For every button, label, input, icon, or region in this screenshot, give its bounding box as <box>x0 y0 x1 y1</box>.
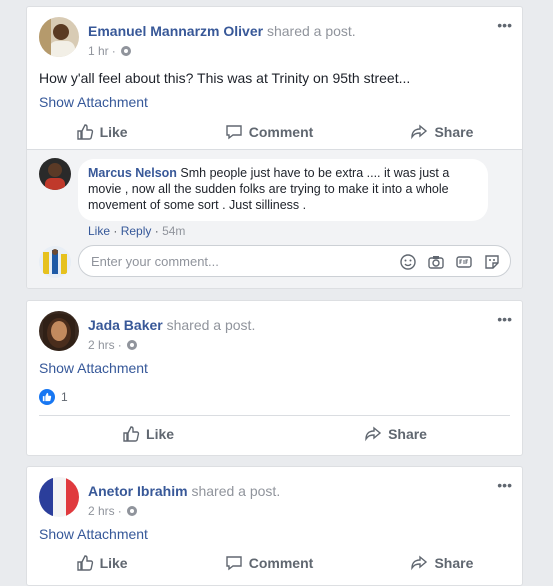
post-header: Jada Baker shared a post. 2 hrs · ••• <box>27 301 522 357</box>
comment-button[interactable]: Comment <box>225 554 314 572</box>
like-button[interactable]: Like <box>76 123 128 141</box>
show-attachment-link[interactable]: Show Attachment <box>27 359 522 377</box>
post-text: How y'all feel about this? This was at T… <box>39 70 411 86</box>
dot-separator: · <box>113 224 121 238</box>
share-button[interactable]: Share <box>410 123 473 141</box>
shared-prefix: shared a <box>191 483 246 499</box>
share-icon <box>411 555 428 571</box>
thumbs-up-icon <box>76 555 93 571</box>
author-avatar[interactable] <box>39 477 79 517</box>
commenter-avatar[interactable] <box>39 158 71 190</box>
meta-separator: · <box>111 44 116 58</box>
globe-icon <box>120 46 131 56</box>
share-label: Share <box>434 555 474 571</box>
period: . <box>351 23 356 39</box>
author-name[interactable]: Jada Baker <box>88 317 163 333</box>
like-button[interactable]: Like <box>122 425 174 443</box>
share-button[interactable]: Share <box>364 425 427 443</box>
current-user-avatar <box>39 246 71 278</box>
gif-icon[interactable] <box>455 253 473 271</box>
shared-prefix: shared a <box>266 23 322 39</box>
post-time[interactable]: 2 hrs <box>88 338 115 352</box>
author-line: Anetor Ibrahim shared a post. <box>88 483 280 499</box>
emoji-icon[interactable] <box>399 253 417 271</box>
post-actions: Like Comment Share <box>27 545 522 581</box>
comment-time[interactable]: 54m <box>162 224 185 238</box>
comment-actions: Like · Reply · 54m <box>88 224 185 238</box>
post-card: Anetor Ibrahim shared a post. 2 hrs · ••… <box>26 466 523 586</box>
comment-label: Comment <box>248 124 314 140</box>
post-time[interactable]: 2 hrs <box>88 504 115 518</box>
like-label: Like <box>99 555 128 571</box>
sticker-icon[interactable] <box>483 253 501 271</box>
author-line: Emanuel Mannarzm Oliver shared a post. <box>88 23 356 39</box>
shared-post-link[interactable]: post <box>325 23 351 39</box>
camera-icon[interactable] <box>427 253 445 271</box>
like-label: Like <box>99 124 128 140</box>
show-attachment-link[interactable]: Show Attachment <box>27 525 522 543</box>
author-avatar[interactable] <box>39 311 79 351</box>
post-header: Anetor Ibrahim shared a post. 2 hrs · ••… <box>27 467 522 523</box>
like-label: Like <box>146 426 175 442</box>
post-card: Jada Baker shared a post. 2 hrs · ••• Sh… <box>26 300 523 456</box>
share-label: Share <box>388 426 427 442</box>
share-label: Share <box>434 124 474 140</box>
shared-post-link[interactable]: post <box>250 483 276 499</box>
comment-input-icons <box>399 253 501 271</box>
comment-label: Comment <box>248 555 314 571</box>
more-options-icon[interactable]: ••• <box>497 17 512 33</box>
like-button[interactable]: Like <box>76 554 128 572</box>
post-actions: Like Share <box>27 416 522 452</box>
period: . <box>251 317 256 333</box>
meta-separator: · <box>117 338 122 352</box>
post-meta: 1 hr · <box>88 44 131 58</box>
post-meta: 2 hrs · <box>88 338 137 352</box>
comment-bubble: Marcus Nelson Smh people just have to be… <box>78 159 488 221</box>
like-reaction-icon <box>39 389 55 405</box>
share-button[interactable]: Share <box>410 554 473 572</box>
show-attachment-link[interactable]: Show Attachment <box>27 93 522 111</box>
comment-input-row <box>39 245 511 280</box>
author-line: Jada Baker shared a post. <box>88 317 255 333</box>
reactions-row[interactable]: 1 <box>27 387 522 407</box>
more-options-icon[interactable]: ••• <box>497 311 512 327</box>
meta-separator: · <box>117 504 122 518</box>
comment-like-link[interactable]: Like <box>88 224 110 238</box>
comment-icon <box>226 556 242 571</box>
post-meta: 2 hrs · <box>88 504 137 518</box>
author-name[interactable]: Emanuel Mannarzm Oliver <box>88 23 263 39</box>
post-header: Emanuel Mannarzm Oliver shared a post. 1… <box>27 7 522 63</box>
commenter-name[interactable]: Marcus Nelson <box>88 166 177 180</box>
shared-post-link[interactable]: post <box>225 317 251 333</box>
dot-separator: · <box>154 224 163 238</box>
author-avatar[interactable] <box>39 17 79 57</box>
comments-section: Marcus Nelson Smh people just have to be… <box>27 149 522 288</box>
period: . <box>276 483 281 499</box>
thumbs-up-icon <box>123 426 140 442</box>
globe-icon <box>126 506 137 516</box>
post-card: Emanuel Mannarzm Oliver shared a post. 1… <box>26 6 523 289</box>
globe-icon <box>126 340 137 350</box>
share-icon <box>411 124 428 140</box>
more-options-icon[interactable]: ••• <box>497 477 512 493</box>
post-time[interactable]: 1 hr <box>88 44 109 58</box>
like-count: 1 <box>61 390 68 404</box>
comment-icon <box>226 125 242 140</box>
thumbs-up-icon <box>76 124 93 140</box>
share-icon <box>365 426 382 442</box>
comment-reply-link[interactable]: Reply <box>121 224 152 238</box>
shared-prefix: shared a <box>166 317 222 333</box>
comment-button[interactable]: Comment <box>225 123 314 141</box>
author-name[interactable]: Anetor Ibrahim <box>88 483 188 499</box>
post-actions: Like Comment Share <box>27 114 522 150</box>
